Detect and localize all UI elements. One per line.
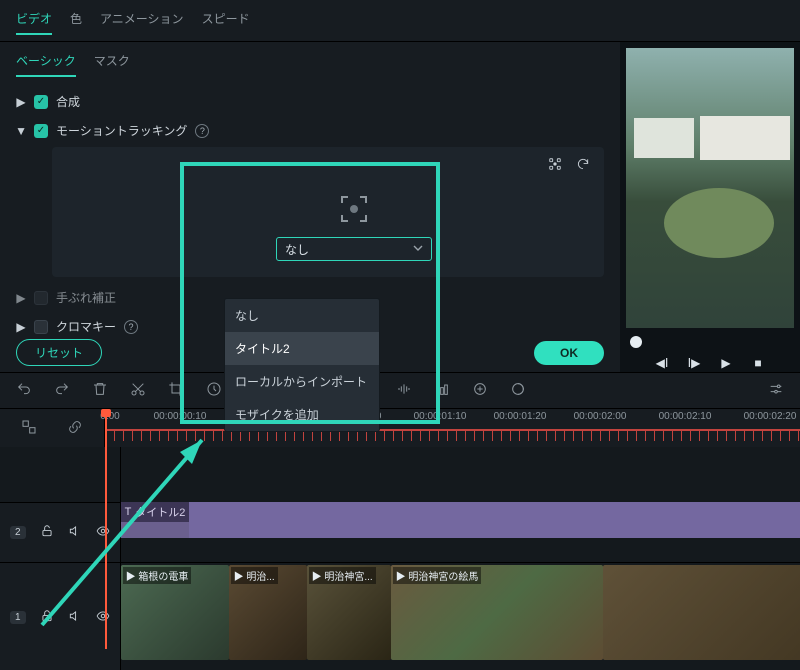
title-clip-label: タイトル2	[135, 504, 185, 520]
video-clip[interactable]	[603, 565, 800, 660]
inspector-row: ベーシック マスク ▶ ✓ 合成 ▼ ✓ モーショントラッキング ?	[0, 42, 800, 372]
clip-label: ▶ 箱根の電車	[123, 567, 192, 584]
delete-button[interactable]	[92, 381, 108, 400]
prop-motion-tracking[interactable]: ▼ ✓ モーショントラッキング ?	[16, 116, 604, 145]
title-clip[interactable]: Tタイトル2	[121, 502, 800, 538]
preview-viewport[interactable]	[626, 48, 794, 328]
preview-panel: ◀Ⅰ Ⅰ▶ ▶ ■	[620, 42, 800, 372]
help-icon[interactable]: ?	[195, 124, 209, 138]
lock-icon[interactable]	[40, 524, 54, 541]
timecode-label: 00:00:02:20	[744, 411, 797, 422]
tool-button[interactable]	[472, 381, 488, 400]
inspector-sub-tabs: ベーシック マスク	[16, 42, 604, 87]
text-icon: T	[125, 506, 132, 518]
nest-icon[interactable]	[21, 419, 37, 438]
video-clip[interactable]: ▶ 明治...	[229, 565, 307, 660]
link-target-dropdown-list: なし タイトル2 ローカルからインポート モザイクを追加	[224, 298, 380, 432]
prop-stabilize-label: 手ぶれ補正	[56, 289, 116, 306]
video-clip[interactable]: ▶ 明治神宮...	[307, 565, 391, 660]
link-icon[interactable]	[67, 419, 83, 438]
lock-icon[interactable]	[40, 609, 54, 626]
prop-composite-label: 合成	[56, 93, 80, 110]
inspector-panel: ベーシック マスク ▶ ✓ 合成 ▼ ✓ モーショントラッキング ?	[0, 42, 620, 372]
chevron-down-icon	[413, 242, 423, 256]
clip-label: ▶ 明治神宮の絵馬	[393, 567, 482, 584]
target-visibility-icon[interactable]	[548, 157, 562, 174]
dropdown-selected: なし	[285, 241, 309, 258]
chevron-right-icon: ▶	[16, 293, 26, 303]
cut-button[interactable]	[130, 381, 146, 400]
transport-controls: ◀Ⅰ Ⅰ▶ ▶ ■	[626, 352, 794, 374]
checkbox-chroma[interactable]	[34, 320, 48, 334]
checkbox-composite[interactable]: ✓	[34, 95, 48, 109]
video-clip[interactable]: ▶ 明治神宮の絵馬	[391, 565, 603, 660]
undo-button[interactable]	[16, 381, 32, 400]
tab-video[interactable]: ビデオ	[16, 10, 52, 35]
visibility-icon[interactable]	[96, 609, 110, 626]
clip-label: ▶ 明治神宮...	[309, 567, 376, 584]
stop-button[interactable]: ■	[751, 356, 765, 370]
link-target-dropdown[interactable]: なし	[276, 237, 432, 261]
mute-icon[interactable]	[68, 524, 82, 541]
reset-button[interactable]: リセット	[16, 339, 102, 366]
reset-icon[interactable]	[576, 157, 590, 174]
dropdown-option-none[interactable]: なし	[225, 299, 379, 332]
tracker-target-icon[interactable]	[340, 195, 368, 223]
dropdown-option-mosaic[interactable]: モザイクを追加	[225, 398, 379, 431]
chevron-right-icon: ▶	[16, 97, 26, 107]
timeline-tracks: 2 1 Tタイトル2 ▶ 箱根の電車 ▶ 明治... ▶ 明治神宮... ▶ 明治神宮…	[0, 447, 800, 670]
subtab-mask[interactable]: マスク	[94, 52, 130, 77]
play-button[interactable]: ▶	[719, 356, 733, 370]
redo-button[interactable]	[54, 381, 70, 400]
ok-button[interactable]: OK	[534, 341, 604, 365]
timeline-ruler[interactable]: 0:0000:00:00:1000:00:00:2000:00:01:0000:…	[105, 409, 800, 447]
timeline-toolbar	[0, 372, 800, 408]
prop-chroma-label: クロマキー	[56, 318, 116, 335]
tab-speed[interactable]: スピード	[202, 10, 250, 35]
track1-header: 1	[0, 562, 120, 670]
track-headers: 2 1	[0, 447, 121, 670]
dropdown-option-import[interactable]: ローカルからインポート	[225, 365, 379, 398]
dropdown-option-title2[interactable]: タイトル2	[225, 332, 379, 365]
chevron-right-icon: ▶	[16, 322, 26, 332]
mute-icon[interactable]	[68, 609, 82, 626]
settings-icon[interactable]	[768, 381, 784, 400]
speed-button[interactable]	[206, 381, 222, 400]
checkbox-motion-tracking[interactable]: ✓	[34, 124, 48, 138]
visibility-icon[interactable]	[96, 524, 110, 541]
prop-motion-tracking-label: モーショントラッキング	[56, 122, 187, 139]
tab-animation[interactable]: アニメーション	[100, 10, 184, 35]
subtab-basic[interactable]: ベーシック	[16, 52, 76, 77]
timecode-label: 00:00:00:10	[154, 411, 207, 422]
prev-frame-button[interactable]: ◀Ⅰ	[655, 356, 669, 370]
video-track[interactable]: ▶ 箱根の電車 ▶ 明治... ▶ 明治神宮... ▶ 明治神宮の絵馬	[121, 562, 800, 670]
timecode-label: 00:00:01:10	[414, 411, 467, 422]
playhead[interactable]	[105, 409, 107, 649]
tool-button[interactable]	[434, 381, 450, 400]
next-frame-button[interactable]: Ⅰ▶	[687, 356, 701, 370]
inspector-top-tabs: ビデオ 色 アニメーション スピード	[0, 0, 800, 42]
clip-label: ▶ 明治...	[231, 567, 278, 584]
crop-button[interactable]	[168, 381, 184, 400]
timecode-label: 00:00:02:00	[574, 411, 627, 422]
title-track[interactable]: Tタイトル2	[121, 502, 800, 562]
timecode-label: 00:00:02:10	[659, 411, 712, 422]
tab-color[interactable]: 色	[70, 10, 82, 35]
chevron-down-icon: ▼	[16, 126, 26, 136]
track-index-badge: 2	[10, 526, 26, 539]
timeline-header: 0:0000:00:00:1000:00:00:2000:00:01:0000:…	[0, 408, 800, 447]
track2-header: 2	[0, 502, 120, 562]
prop-composite[interactable]: ▶ ✓ 合成	[16, 87, 604, 116]
help-icon[interactable]: ?	[124, 320, 138, 334]
scrubber-thumb[interactable]	[630, 336, 642, 348]
checkbox-stabilize[interactable]	[34, 291, 48, 305]
timecode-label: 00:00:01:20	[494, 411, 547, 422]
track-index-badge: 1	[10, 611, 26, 624]
motion-tracking-panel: なし	[52, 147, 604, 277]
track-lanes: Tタイトル2 ▶ 箱根の電車 ▶ 明治... ▶ 明治神宮... ▶ 明治神宮の絵馬	[121, 447, 800, 670]
tool-button[interactable]	[396, 381, 412, 400]
tool-button[interactable]	[510, 381, 526, 400]
video-clip[interactable]: ▶ 箱根の電車	[121, 565, 229, 660]
